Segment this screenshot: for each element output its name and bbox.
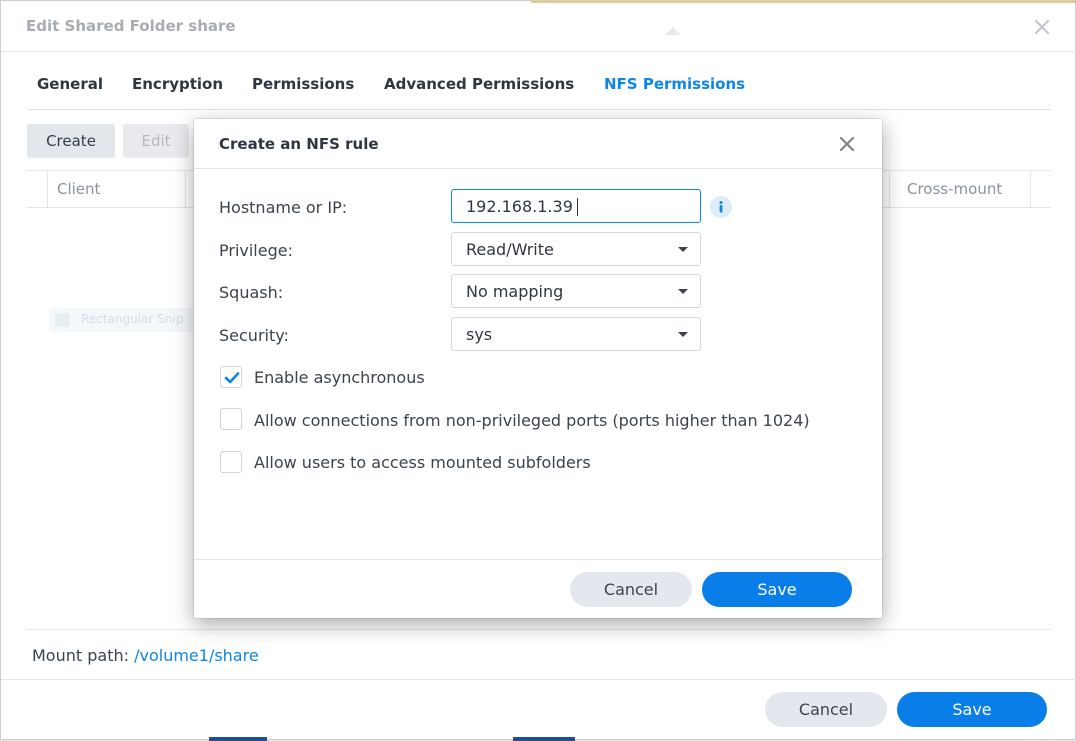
column-separator bbox=[47, 171, 48, 207]
mounted-subfolders-label[interactable]: Allow users to access mounted subfolders bbox=[254, 453, 591, 472]
squash-value: No mapping bbox=[466, 282, 564, 301]
checkmark-icon bbox=[224, 372, 240, 384]
tab-bar: General Encryption Permissions Advanced … bbox=[27, 75, 1051, 110]
privilege-value: Read/Write bbox=[466, 240, 554, 259]
snip-icon bbox=[55, 313, 69, 327]
column-separator bbox=[185, 171, 186, 207]
squash-label: Squash: bbox=[219, 283, 284, 302]
divider bbox=[194, 168, 882, 169]
tab-permissions[interactable]: Permissions bbox=[252, 75, 354, 93]
mount-path-link[interactable]: /volume1/share bbox=[134, 646, 259, 665]
column-separator bbox=[1030, 171, 1031, 207]
security-value: sys bbox=[466, 325, 493, 344]
mounted-subfolders-checkbox[interactable] bbox=[220, 451, 242, 473]
privilege-label: Privilege: bbox=[219, 241, 293, 260]
info-icon[interactable] bbox=[710, 196, 732, 218]
column-header-client[interactable]: Client bbox=[57, 180, 100, 198]
mount-path: Mount path: /volume1/share bbox=[32, 646, 259, 665]
column-header-cross-mount[interactable]: Cross-mount bbox=[907, 180, 1002, 198]
mount-path-label: Mount path: bbox=[32, 646, 129, 665]
chevron-down-icon bbox=[678, 332, 688, 337]
divider bbox=[1, 679, 1076, 680]
privilege-select[interactable]: Read/Write bbox=[451, 232, 701, 266]
save-button[interactable]: Save bbox=[897, 692, 1047, 727]
chevron-down-icon bbox=[678, 247, 688, 252]
enable-async-checkbox[interactable] bbox=[220, 366, 242, 388]
edit-button[interactable]: Edit bbox=[123, 124, 189, 158]
hostname-label: Hostname or IP: bbox=[219, 198, 348, 217]
create-button[interactable]: Create bbox=[27, 124, 115, 158]
dialog-cancel-button[interactable]: Cancel bbox=[570, 572, 692, 607]
hostname-input[interactable]: 192.168.1.39 bbox=[451, 189, 701, 223]
squash-select[interactable]: No mapping bbox=[451, 274, 701, 308]
tab-encryption[interactable]: Encryption bbox=[132, 75, 223, 93]
enable-async-label[interactable]: Enable asynchronous bbox=[254, 368, 425, 387]
window-title: Edit Shared Folder share bbox=[26, 17, 236, 35]
ghost-label: Rectangular Snip bbox=[81, 312, 184, 326]
tab-general[interactable]: General bbox=[37, 75, 103, 93]
non-privileged-ports-label[interactable]: Allow connections from non-privileged po… bbox=[254, 411, 810, 430]
non-privileged-ports-checkbox[interactable] bbox=[220, 408, 242, 430]
nfs-rule-dialog: Create an NFS rule Hostname or IP: 192.1… bbox=[194, 119, 882, 618]
background-strip bbox=[201, 737, 581, 741]
cancel-button[interactable]: Cancel bbox=[765, 692, 887, 727]
dialog-save-button[interactable]: Save bbox=[702, 572, 852, 607]
column-separator bbox=[889, 171, 890, 207]
divider bbox=[1, 51, 1076, 52]
chevron-down-icon bbox=[678, 289, 688, 294]
hostname-value: 192.168.1.39 bbox=[466, 197, 573, 216]
security-select[interactable]: sys bbox=[451, 317, 701, 351]
background-strip bbox=[531, 1, 1076, 3]
close-icon[interactable] bbox=[838, 135, 856, 153]
tab-advanced-permissions[interactable]: Advanced Permissions bbox=[384, 75, 574, 93]
security-label: Security: bbox=[219, 326, 289, 345]
text-cursor bbox=[577, 198, 578, 216]
tab-nfs-permissions[interactable]: NFS Permissions bbox=[604, 75, 745, 93]
close-icon[interactable] bbox=[1032, 17, 1052, 37]
active-tab-caret bbox=[665, 27, 681, 35]
divider bbox=[27, 629, 1051, 630]
dialog-title: Create an NFS rule bbox=[219, 135, 379, 153]
divider bbox=[194, 559, 882, 560]
